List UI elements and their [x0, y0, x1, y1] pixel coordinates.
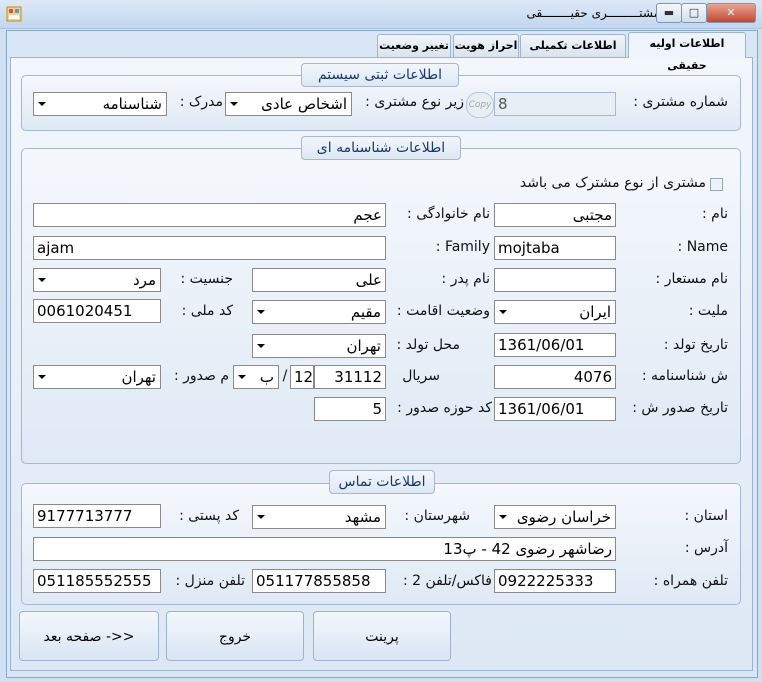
chevron-down-icon [257, 310, 265, 314]
latin-family-label: Family : [435, 239, 490, 255]
postal-code-label: کد پستی : [179, 508, 239, 524]
national-code-label: کد ملی : [181, 303, 233, 319]
subtype-value: اشخاص عادی [261, 95, 347, 113]
fax-label: فاکس/تلفن 2 : [402, 573, 492, 589]
issue-place-label: م صدور : [173, 368, 229, 384]
mobile-field[interactable]: 0922225333 [494, 569, 616, 593]
minimize-button[interactable]: ▬ [656, 3, 682, 23]
issue-zone-label: کد حوزه صدور : [397, 400, 492, 416]
serial-separator: / [282, 368, 288, 384]
chevron-down-icon [257, 344, 265, 348]
serial-label: سریال [402, 368, 440, 384]
fax-field[interactable]: 051177855858 [252, 569, 386, 593]
last-name-field[interactable]: عجم [33, 203, 386, 227]
shared-customer-checkbox[interactable] [710, 178, 723, 191]
id-number-field[interactable]: 4076 [494, 365, 616, 389]
issue-zone-field[interactable]: 5 [314, 397, 386, 421]
document-combo[interactable]: شناسنامه [33, 92, 167, 116]
birth-place-combo[interactable]: تهران [252, 334, 386, 358]
last-name-label: نام خانوادگی : [407, 206, 490, 222]
id-number-label: ش شناسنامه : [641, 368, 728, 384]
subtype-label: زیر نوع مشتری : [365, 94, 464, 110]
issue-date-field[interactable]: 1361/06/01 [494, 397, 616, 421]
city-value: مشهد [344, 508, 381, 526]
first-name-label: نام : [702, 206, 728, 222]
birth-date-field[interactable]: 1361/06/01 [494, 333, 616, 357]
maximize-button[interactable]: □ [681, 3, 707, 23]
gender-value: مرد [133, 271, 156, 289]
home-phone-field[interactable]: 051185552555 [33, 569, 161, 593]
chevron-down-icon [499, 515, 507, 519]
chevron-down-icon [230, 102, 238, 106]
serial-part-field[interactable]: 12 [290, 365, 314, 389]
residence-combo[interactable]: مقیم [252, 300, 386, 324]
residence-label: وضعیت اقامت : [396, 303, 490, 319]
father-name-label: نام پدر : [441, 271, 490, 287]
nationality-value: ایران [579, 303, 611, 321]
first-name-field[interactable]: مجتبی [494, 203, 616, 227]
serial-number-field[interactable]: 31112 [314, 365, 386, 389]
mobile-label: تلفن همراه : [653, 573, 728, 589]
system-info-legend: اطلاعات ثبتی سیستم [301, 63, 459, 87]
serial-letter-combo[interactable]: ب [233, 365, 279, 389]
close-button[interactable]: ✕ [706, 3, 756, 23]
father-name-field[interactable]: علی [252, 268, 386, 292]
national-code-field[interactable]: 0061020451 [33, 299, 161, 323]
city-combo[interactable]: مشهد [252, 505, 386, 529]
alias-label: نام مستعار : [655, 271, 728, 287]
nationality-label: ملیت : [688, 303, 728, 319]
province-combo[interactable]: خراسان رضوی [494, 505, 616, 529]
nationality-combo[interactable]: ایران [494, 300, 616, 324]
birth-date-label: تاریخ تولد : [663, 337, 728, 353]
chevron-down-icon [257, 515, 265, 519]
exit-button[interactable]: خروج [166, 611, 304, 661]
province-label: استان : [684, 508, 728, 524]
contact-info-legend: اطلاعات تماس [329, 470, 435, 494]
serial-letter-value: ب [259, 368, 274, 386]
chevron-down-icon [238, 375, 246, 379]
tab-supplementary-info[interactable]: اطلاعات تکمیلی حقیقی [520, 34, 626, 74]
customer-number-label: شماره مشتری : [633, 94, 728, 110]
chevron-down-icon [38, 102, 46, 106]
document-label: مدرک : [179, 94, 223, 110]
identity-info-legend: اطلاعات شناسنامه ای [301, 136, 461, 160]
window-title: مشتـــــــــری حقیــــــــقی [526, 6, 660, 20]
latin-name-field[interactable]: mojtaba [494, 236, 616, 260]
document-value: شناسنامه [102, 95, 162, 113]
alias-field[interactable] [494, 268, 616, 292]
gender-label: جنسیت : [180, 271, 233, 287]
city-label: شهرستان : [404, 508, 470, 524]
birth-place-label: محل تولد : [396, 337, 461, 353]
address-label: آدرس : [684, 540, 728, 556]
shared-customer-label: مشتری از نوع مشترک می باشد [519, 175, 706, 191]
app-icon[interactable] [6, 6, 22, 22]
residence-value: مقیم [350, 303, 381, 321]
tab-basic-info[interactable]: اطلاعات اولیه حقیقی [628, 32, 746, 72]
latin-family-field[interactable]: ajam [33, 236, 386, 260]
issue-place-combo[interactable]: تهران [33, 365, 161, 389]
chevron-down-icon [38, 375, 46, 379]
issue-place-value: تهران [121, 368, 156, 386]
copy-button[interactable]: Copy [466, 92, 494, 118]
tab-change-status[interactable]: تغییر وضعیت [377, 34, 451, 57]
home-phone-label: تلفن منزل : [175, 573, 245, 589]
print-button[interactable]: پرینت [313, 611, 451, 661]
postal-code-field[interactable]: 9177713777 [33, 504, 161, 528]
customer-number-field[interactable]: 8 [494, 92, 616, 116]
address-field[interactable]: رضاشهر رضوی 42 - پ13 [33, 537, 616, 561]
gender-combo[interactable]: مرد [33, 268, 161, 292]
chevron-down-icon [38, 278, 46, 282]
province-value: خراسان رضوی [516, 508, 611, 526]
subtype-combo[interactable]: اشخاص عادی [225, 92, 352, 116]
birth-place-value: تهران [346, 337, 381, 355]
chevron-down-icon [499, 310, 507, 314]
tab-authentication[interactable]: احراز هویت [453, 34, 519, 57]
latin-name-label: Name : [677, 239, 728, 255]
next-page-button[interactable]: صفحه بعد ->> [19, 611, 159, 661]
